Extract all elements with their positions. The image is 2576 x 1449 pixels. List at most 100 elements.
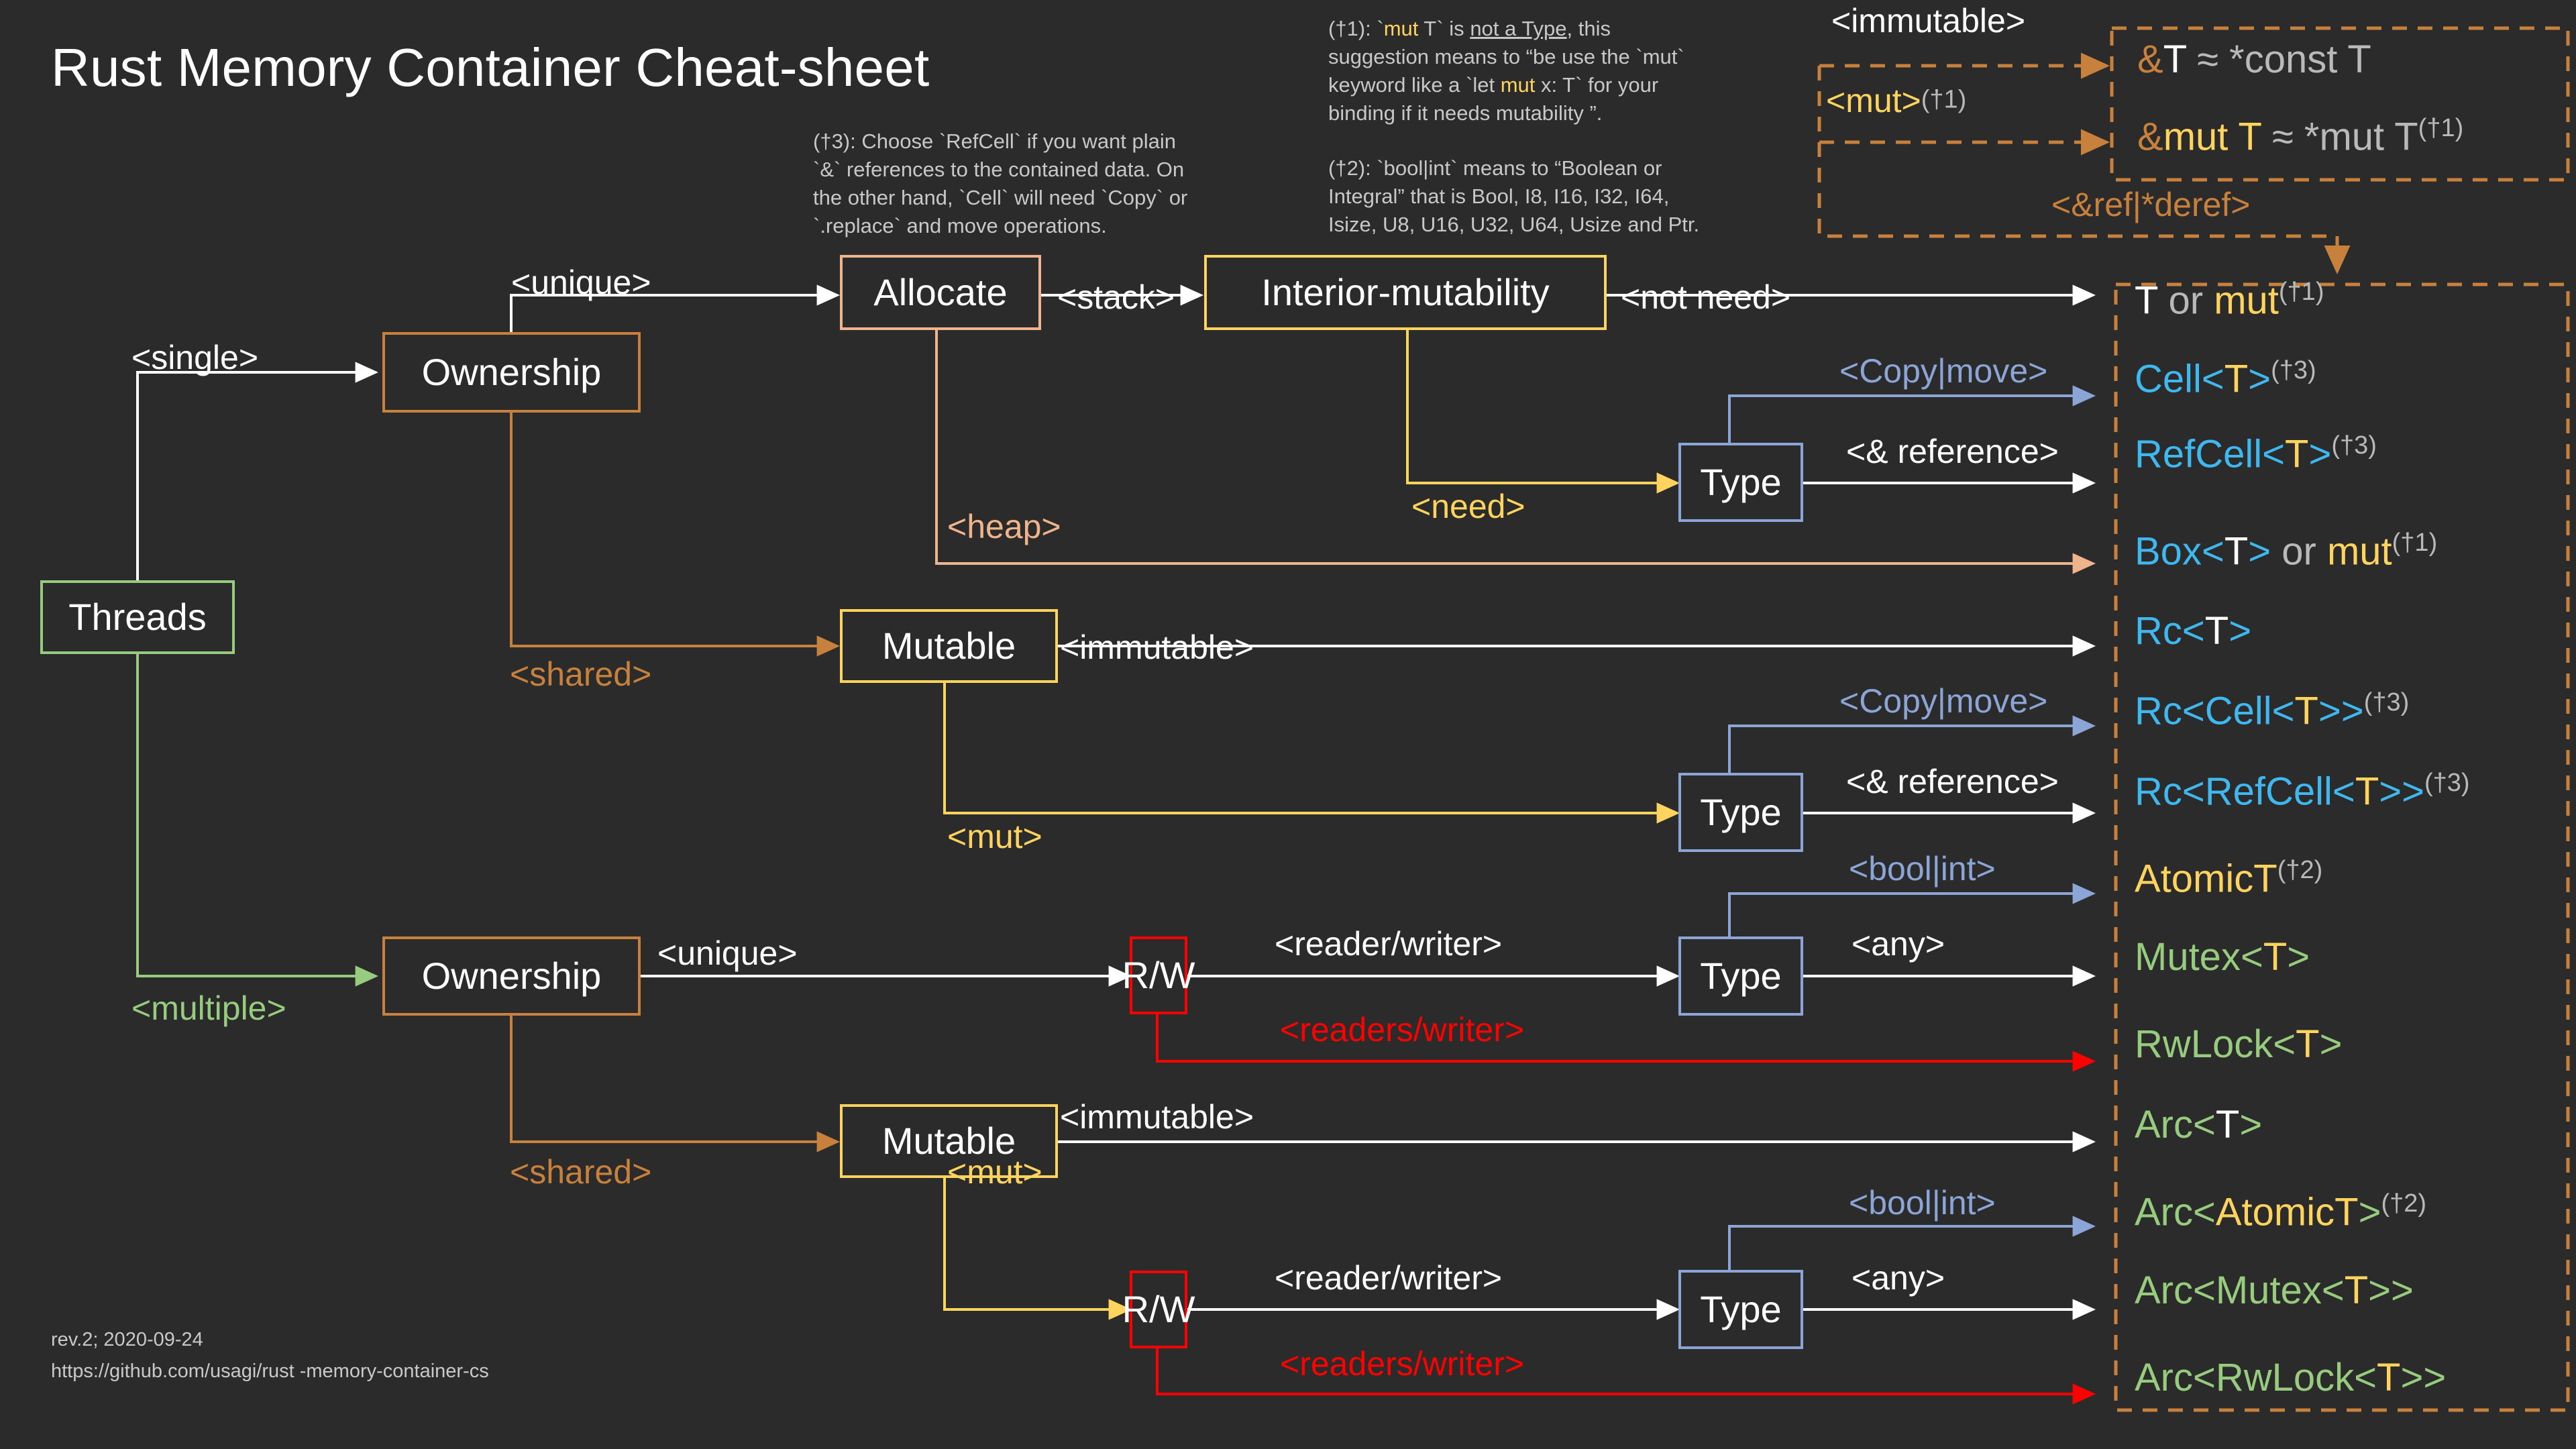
output-refcell: RefCell<T>(†3)	[2135, 433, 2377, 474]
ref-row-mut-t: &mut T ≈ *mut T(†1)	[2137, 115, 2463, 156]
label-multiple: <multiple>	[131, 989, 286, 1027]
output-t-or-mut-part-2: mut	[2214, 278, 2279, 323]
label-mut-ref-sup: (†1)	[1921, 85, 1967, 114]
node-interior-mutability-label: Interior-mutability	[1261, 271, 1550, 313]
note1-underline: not a Type	[1470, 17, 1567, 40]
output-rc-cell-footnote: (†3)	[2363, 688, 2410, 716]
output-t-or-mut-part-1: or	[2157, 278, 2214, 323]
output-rwlock-part-2: >	[2319, 1022, 2343, 1066]
label-heap: <heap>	[947, 508, 1061, 545]
output-arc-rwlock: Arc<RwLock<T>>	[2135, 1358, 2446, 1397]
footer-url[interactable]: https://github.com/usagi/rust -memory-co…	[51, 1356, 489, 1386]
label-ref-deref: <&ref|*deref>	[2051, 186, 2251, 223]
output-box-part-1: T	[2224, 529, 2249, 574]
ref-sup-2: (†1)	[2418, 114, 2464, 142]
output-rc: Rc<T>	[2135, 612, 2251, 651]
output-box-footnote: (†1)	[2392, 529, 2438, 557]
output-box-part-2: >	[2248, 529, 2282, 574]
ref-amp-2: &	[2137, 115, 2163, 159]
node-type-4[interactable]: Type	[1678, 1270, 1803, 1349]
note3-line2: `&` references to the contained data. On	[813, 158, 1185, 181]
output-arc-part-0: Arc<	[2135, 1103, 2216, 1146]
node-allocate[interactable]: Allocate	[840, 255, 1041, 330]
note1-mut-kw: mut	[1383, 17, 1419, 40]
note3-line3: the other hand, `Cell` will need `Copy` …	[813, 186, 1188, 209]
node-threads[interactable]: Threads	[40, 580, 235, 654]
node-rw-2[interactable]: R/W	[1122, 1271, 1195, 1348]
output-rc-refcell-part-1: T	[2355, 769, 2379, 814]
output-rc-part-2: >	[2229, 609, 2252, 653]
label-bool-int-2: <bool|int>	[1849, 1184, 1996, 1222]
ref-approx-1: ≈	[2186, 38, 2230, 81]
output-refcell-part-1: T	[2285, 432, 2309, 476]
ref-amp-1: &	[2137, 38, 2163, 81]
output-rc-part-1: T	[2204, 609, 2229, 653]
output-box-part-0: Box<	[2135, 529, 2224, 574]
note1-mut-kw2: mut	[1500, 73, 1536, 97]
label-not-need: <not need>	[1621, 278, 1791, 316]
output-rwlock: RwLock<T>	[2135, 1025, 2342, 1064]
label-any-1: <any>	[1851, 925, 1945, 963]
note3-line4: `.replace` and move operations.	[813, 214, 1107, 237]
ref-rhs-1: *const T	[2229, 38, 2371, 81]
label-and-reference-1: <& reference>	[1846, 433, 2059, 470]
note-dagger1: (†1): `mut T` is not a Type, this sugges…	[1328, 15, 1758, 127]
note2-line3: Isize, U8, U16, U32, U64, Usize and Ptr.	[1328, 213, 1700, 236]
node-ownership-multi-label: Ownership	[421, 955, 602, 997]
output-rwlock-part-1: T	[2296, 1022, 2320, 1066]
label-stack: <stack>	[1057, 278, 1175, 316]
note3-line1: (†3): Choose `RefCell` if you want plain	[813, 129, 1177, 153]
output-cell-part-0: Cell<	[2135, 357, 2224, 401]
label-readers-writer-1: <readers/writer>	[1280, 1011, 1525, 1049]
node-type-2-label: Type	[1700, 791, 1782, 833]
output-rc-part-0: Rc<	[2135, 609, 2205, 653]
note-dagger3: (†3): Choose `RefCell` if you want plain…	[813, 127, 1256, 240]
note1-line1: (†1): `mut T` is not a Type, this	[1328, 17, 1611, 40]
node-threads-label: Threads	[68, 596, 207, 638]
label-mut-2: <mut>	[947, 1153, 1042, 1191]
page-title: Rust Memory Container Cheat-sheet	[51, 38, 930, 97]
output-box-part-3: or	[2282, 529, 2327, 574]
label-reader-writer-1: <reader/writer>	[1275, 925, 1503, 963]
output-arc-mutex-part-1: T	[2344, 1269, 2369, 1312]
output-arc-atomict-footnote: (†2)	[2381, 1189, 2427, 1218]
output-rc-refcell-part-0: Rc<RefCell<	[2135, 769, 2355, 814]
output-rc-cell: Rc<Cell<T>>(†3)	[2135, 690, 2409, 731]
output-rc-refcell-footnote: (†3)	[2424, 769, 2470, 797]
label-immutable-1: <immutable>	[1060, 629, 1254, 666]
node-mutable-1-label: Mutable	[881, 625, 1016, 667]
note1-line4: binding if it needs mutability ”.	[1328, 101, 1603, 125]
label-unique-1: <unique>	[511, 264, 651, 301]
note2-line1: (†2): `bool|int` means to “Boolean or	[1328, 156, 1662, 180]
output-rwlock-part-0: RwLock<	[2135, 1022, 2296, 1066]
label-immutable-ref: <immutable>	[1831, 2, 2026, 40]
node-type-1-label: Type	[1700, 461, 1782, 503]
output-mutex-part-0: Mutex<	[2135, 935, 2263, 979]
output-arc-mutex-part-2: >>	[2368, 1269, 2414, 1312]
node-ownership-multi[interactable]: Ownership	[382, 936, 641, 1016]
output-cell-footnote: (†3)	[2271, 356, 2316, 384]
node-ownership-single[interactable]: Ownership	[382, 332, 641, 413]
node-rw-1[interactable]: R/W	[1122, 936, 1195, 1014]
note2-line2: Integral” that is Bool, I8, I16, I32, I6…	[1328, 184, 1670, 208]
output-cell-part-2: >	[2248, 357, 2271, 401]
label-immutable-2: <immutable>	[1060, 1098, 1254, 1136]
node-type-1[interactable]: Type	[1678, 443, 1803, 522]
label-unique-2: <unique>	[657, 934, 798, 972]
node-type-2[interactable]: Type	[1678, 773, 1803, 852]
output-arc-rwlock-part-2: >>	[2400, 1356, 2447, 1399]
node-interior-mutability[interactable]: Interior-mutability	[1204, 255, 1607, 330]
label-mut-ref: <mut>(†1)	[1826, 84, 1966, 117]
node-mutable-1[interactable]: Mutable	[840, 609, 1058, 683]
output-rc-cell-part-0: Rc<Cell<	[2135, 689, 2295, 733]
ref-approx-2: ≈	[2261, 115, 2304, 159]
output-t-or-mut-footnote: (†1)	[2278, 278, 2324, 306]
label-shared-2: <shared>	[510, 1153, 652, 1191]
output-mutex-part-1: T	[2263, 935, 2288, 979]
label-mut-1: <mut>	[947, 818, 1042, 855]
note-dagger2: (†2): `bool|int` means to “Boolean or In…	[1328, 154, 1771, 239]
output-arc-rwlock-part-1: T	[2377, 1356, 2401, 1399]
output-arc-atomict-part-1: AtomicT	[2215, 1190, 2359, 1234]
node-type-3[interactable]: Type	[1678, 936, 1803, 1016]
ref-rhs-2: *mut T	[2304, 115, 2418, 159]
